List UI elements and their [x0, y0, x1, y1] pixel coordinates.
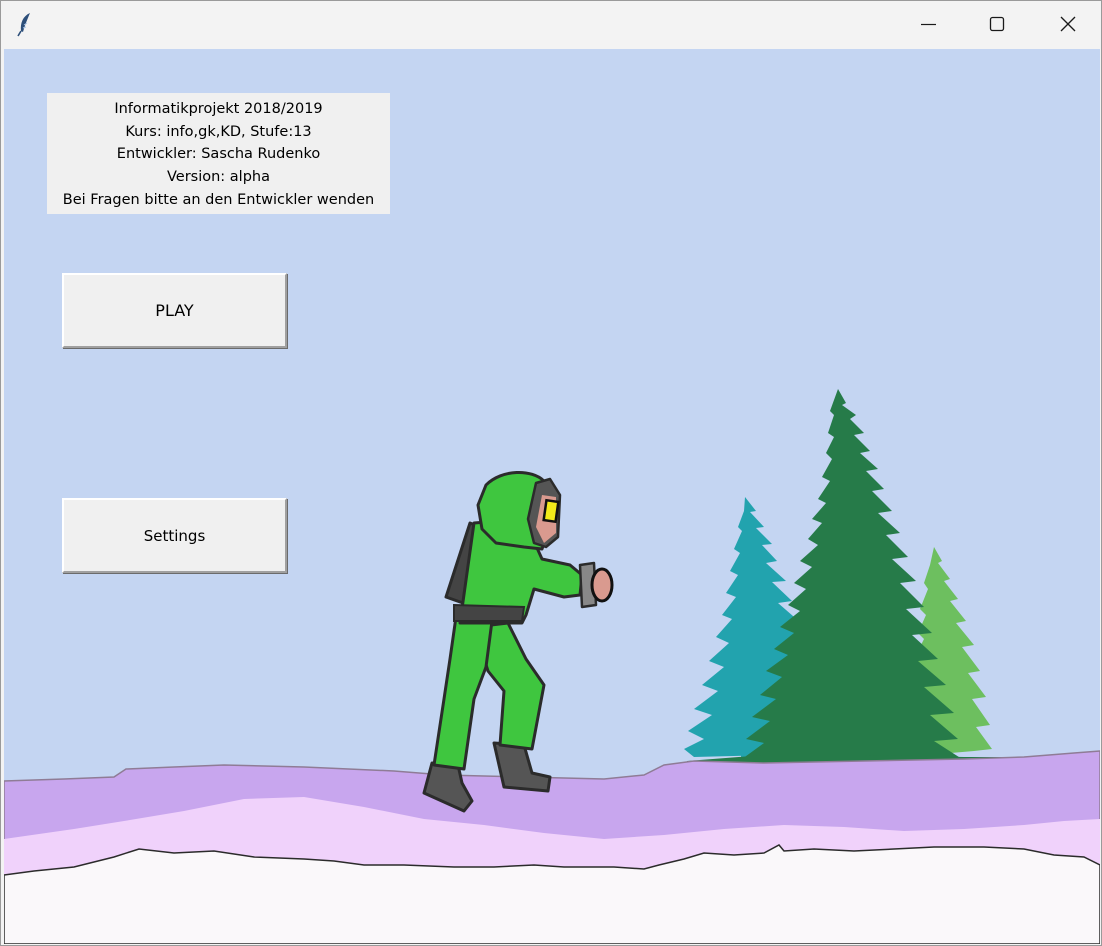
maximize-button[interactable] [963, 1, 1031, 47]
info-line-version: Version: alpha [166, 169, 270, 186]
minimize-button[interactable] [894, 1, 962, 47]
info-line-project: Informatikprojekt 2018/2019 [114, 101, 323, 117]
game-canvas[interactable]: Informatikprojekt 2018/2019 Kurs: info,g… [4, 49, 1100, 944]
feather-icon [15, 11, 37, 37]
player-character [422, 470, 614, 813]
info-panel: Informatikprojekt 2018/2019 Kurs: info,g… [47, 93, 390, 214]
close-button[interactable] [1032, 1, 1100, 47]
info-line-developer: Entwickler: Sascha Rudenko [116, 146, 321, 163]
info-line-course: Kurs: info,gk,KD, Stufe:13 [125, 123, 312, 140]
title-bar[interactable] [1, 1, 1101, 47]
maximize-icon [989, 16, 1005, 32]
play-button[interactable]: PLAY [62, 273, 287, 348]
info-line-contact: Bei Fragen bitte an den Entwickler wende… [62, 191, 375, 208]
app-window: Informatikprojekt 2018/2019 Kurs: info,g… [0, 0, 1102, 946]
close-icon [1060, 16, 1076, 32]
minimize-icon [921, 23, 936, 26]
settings-button[interactable]: Settings [62, 498, 287, 573]
